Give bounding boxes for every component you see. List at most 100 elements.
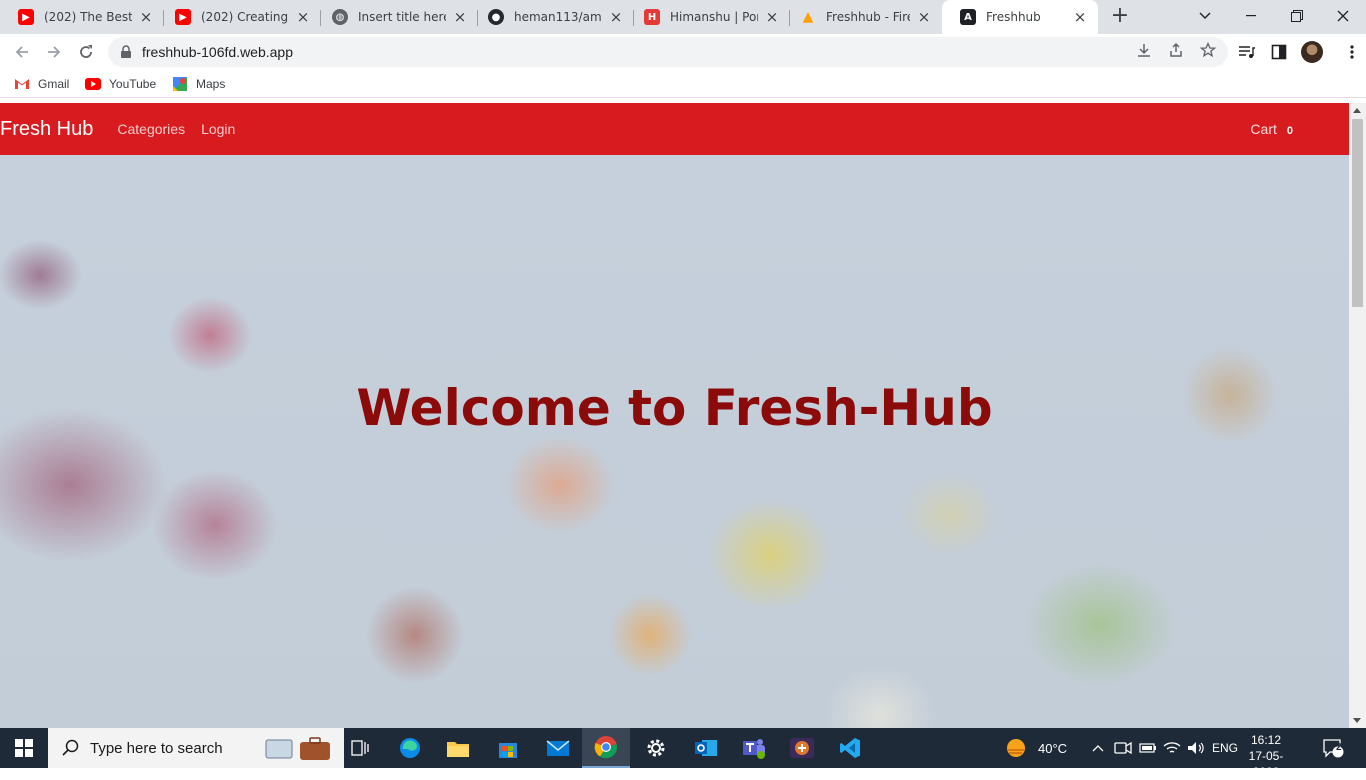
taskbar-settings[interactable]	[632, 728, 680, 768]
tab-title: Freshhub - Fireb	[826, 10, 910, 24]
tray-battery[interactable]	[1139, 728, 1157, 768]
scroll-up-arrow[interactable]	[1353, 108, 1361, 113]
nav-link-categories[interactable]: Categories	[117, 121, 185, 137]
tab-insert-title[interactable]: ◍ Insert title here ×	[314, 0, 478, 34]
minimize-icon	[1246, 15, 1256, 17]
close-icon[interactable]: ×	[608, 9, 624, 25]
taskbar-edge[interactable]	[386, 728, 434, 768]
youtube-icon: ▶	[18, 9, 34, 25]
chrome-icon	[594, 736, 618, 759]
youtube-icon	[85, 76, 101, 92]
search-icon	[62, 739, 79, 756]
arrow-left-icon	[15, 46, 28, 58]
taskbar-mail[interactable]	[534, 728, 582, 768]
chrome-menu-button[interactable]	[1343, 43, 1361, 61]
download-icon	[1138, 44, 1150, 57]
hero-heading: Welcome to Fresh-Hub	[356, 379, 993, 437]
bookmarks-bar: Gmail YouTube Maps	[0, 70, 1366, 98]
side-panel-button[interactable]	[1270, 43, 1288, 61]
tab-github[interactable]: ● heman113/amaz ×	[470, 0, 634, 34]
volume-icon	[1188, 742, 1204, 754]
scroll-down-arrow[interactable]	[1353, 718, 1361, 723]
start-button[interactable]	[0, 728, 48, 768]
site-navbar: Fresh Hub Categories Login Cart 0	[0, 103, 1349, 155]
reload-button[interactable]	[74, 40, 98, 64]
tab-youtube-1[interactable]: ▶ (202) The Best W ×	[0, 0, 164, 34]
weather-widget[interactable]: 40°C	[1004, 728, 1067, 768]
profile-avatar[interactable]	[1301, 41, 1323, 63]
edge-icon	[400, 738, 420, 758]
close-icon[interactable]: ×	[295, 9, 311, 25]
clock-time: 16:12	[1250, 733, 1282, 747]
weather-temperature: 40°C	[1038, 740, 1068, 756]
language-indicator: ENG	[1212, 741, 1239, 755]
cart-count-badge: 0	[1286, 125, 1293, 137]
mail-icon	[546, 740, 570, 756]
bookmark-gmail[interactable]: Gmail	[14, 75, 69, 93]
taskbar-teams[interactable]	[730, 728, 778, 768]
restore-button[interactable]	[1274, 0, 1320, 32]
tab-strip: ▶ (202) The Best W × ▶ (202) Creating Se…	[0, 0, 1366, 34]
taskbar-file-explorer[interactable]	[434, 728, 482, 768]
tray-wifi[interactable]	[1163, 728, 1181, 768]
page-scrollbar[interactable]	[1349, 103, 1366, 728]
cart-link[interactable]: Cart 0	[1250, 121, 1293, 137]
firebase-icon: ▲	[802, 9, 814, 25]
angular-icon: A	[960, 9, 976, 25]
brand-logo[interactable]: Fresh Hub	[0, 118, 93, 141]
taskbar-store[interactable]	[484, 728, 532, 768]
tab-firebase[interactable]: ▲ Freshhub - Fireb ×	[782, 0, 942, 34]
close-icon[interactable]: ×	[1072, 9, 1088, 25]
tab-title: (202) Creating Se	[201, 10, 289, 24]
tab-freshhub[interactable]: A Freshhub ×	[942, 0, 1098, 34]
tab-title: (202) The Best W	[44, 10, 132, 24]
new-tab-button[interactable]: +	[1108, 5, 1132, 29]
vscode-icon	[840, 738, 860, 758]
arrow-right-icon	[48, 46, 61, 58]
close-icon[interactable]: ×	[764, 9, 780, 25]
bookmark-star-button[interactable]	[1199, 41, 1217, 59]
task-view-button[interactable]	[336, 728, 384, 768]
scrollbar-thumb[interactable]	[1352, 119, 1363, 307]
forward-button[interactable]	[42, 40, 66, 64]
bookmark-maps[interactable]: Maps	[172, 75, 225, 93]
install-app-button[interactable]	[1135, 41, 1153, 59]
close-icon[interactable]: ×	[452, 9, 468, 25]
tab-title: Insert title here	[358, 10, 446, 24]
taskbar-chrome[interactable]	[582, 728, 630, 768]
tab-portfolio[interactable]: H Himanshu | Portf ×	[626, 0, 790, 34]
back-button[interactable]	[10, 40, 34, 64]
nav-link-login[interactable]: Login	[201, 121, 235, 137]
taskbar-game-app[interactable]	[778, 728, 826, 768]
close-icon[interactable]: ×	[916, 9, 932, 25]
media-controls-button[interactable]	[1238, 43, 1256, 61]
taskbar-outlook[interactable]	[682, 728, 730, 768]
taskbar-clock[interactable]: 16:12 17-05-2023	[1236, 732, 1296, 780]
tray-volume[interactable]	[1187, 728, 1205, 768]
tab-search-button[interactable]	[1182, 0, 1228, 32]
store-icon	[499, 743, 517, 758]
teams-icon	[743, 739, 765, 759]
bookmark-label: YouTube	[109, 77, 157, 91]
battery-icon	[1139, 743, 1156, 753]
share-button[interactable]	[1167, 41, 1185, 59]
github-icon: ●	[488, 9, 504, 25]
search-placeholder: Type here to search	[90, 739, 223, 757]
outlook-icon	[695, 740, 717, 756]
notification-center-button[interactable]: 2	[1322, 728, 1344, 768]
address-bar[interactable]: freshhub-106fd.web.app	[108, 37, 1228, 67]
close-icon	[1337, 10, 1349, 22]
page-viewport: Fresh Hub Categories Login Cart 0 Welcome…	[0, 103, 1349, 728]
search-highlight-art	[265, 737, 330, 760]
tray-language[interactable]: ENG	[1212, 728, 1238, 768]
minimize-button[interactable]	[1228, 0, 1274, 32]
close-icon[interactable]: ×	[138, 9, 154, 25]
show-hidden-icons-button[interactable]	[1092, 728, 1104, 768]
close-window-button[interactable]	[1320, 0, 1366, 32]
taskbar-search[interactable]: Type here to search	[48, 728, 344, 768]
tab-youtube-2[interactable]: ▶ (202) Creating Se ×	[157, 0, 321, 34]
taskbar-vscode[interactable]	[826, 728, 874, 768]
star-icon	[1200, 42, 1216, 58]
tray-meet-now[interactable]	[1114, 728, 1132, 768]
bookmark-youtube[interactable]: YouTube	[85, 75, 156, 93]
